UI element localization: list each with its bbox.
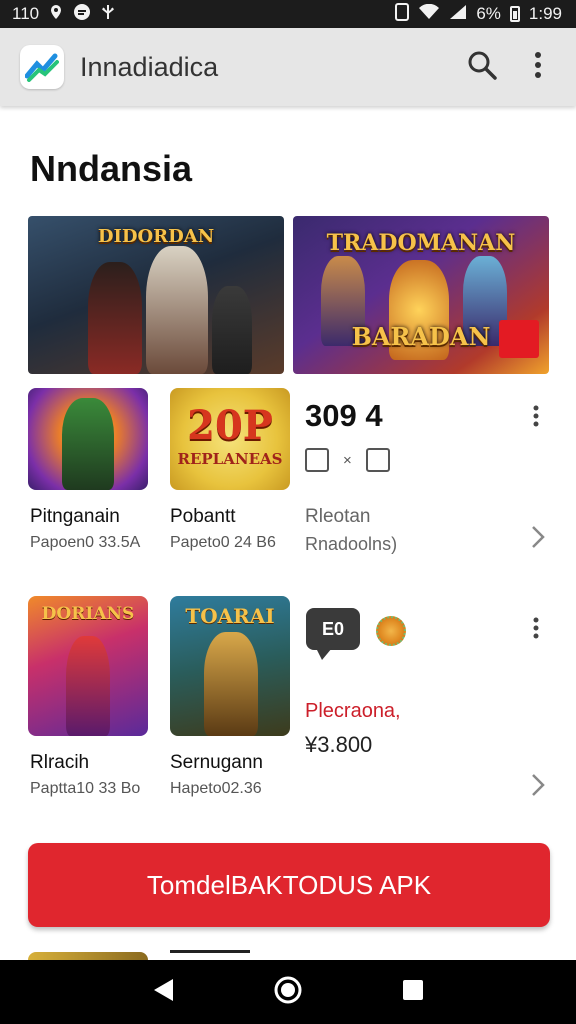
row-1-open-button[interactable] xyxy=(524,522,552,556)
status-left: 110 xyxy=(12,3,116,25)
separator: × xyxy=(343,451,352,469)
chevron-right-icon xyxy=(531,773,545,802)
back-button[interactable] xyxy=(139,968,187,1016)
hero-figure xyxy=(88,262,142,374)
more-vert-icon xyxy=(533,405,539,432)
row-1-more-button[interactable] xyxy=(524,398,548,438)
featured-banner-1[interactable]: DIDORDAN xyxy=(28,216,284,374)
download-apk-button[interactable]: TomdelBAKTODUS APK xyxy=(28,843,550,927)
tile-2-art-bottom: REPLANEAS xyxy=(177,450,283,468)
recents-button[interactable] xyxy=(389,968,437,1016)
game-tile-2[interactable]: 20P REPLANEAS xyxy=(170,388,290,490)
banner-1-title: DIDORDAN xyxy=(97,226,215,247)
more-vert-icon xyxy=(533,617,539,644)
game-tile-4-sub: Hapeto02.36 xyxy=(170,780,262,797)
game-tile-3-sub: Paptta10 33 Bo xyxy=(30,780,141,797)
info-title: Rleotan xyxy=(305,506,371,527)
sim-icon xyxy=(395,2,410,26)
coin-icon xyxy=(376,616,406,646)
status-clock: 1:99 xyxy=(528,4,562,23)
featured-banner-2[interactable]: TRADOMANAN BARADAN xyxy=(293,216,549,374)
game-tile-4-name: Sernugann xyxy=(170,752,263,773)
app-logo-icon xyxy=(20,45,64,89)
game-tile-1-name: Pitnganain xyxy=(30,506,120,527)
banner-2-title-top: TRADOMANAN xyxy=(326,230,516,256)
promo-label: Plecraona, xyxy=(305,700,401,722)
tile-2-art-top: 20P xyxy=(187,402,273,449)
signal-icon xyxy=(449,4,467,25)
home-icon xyxy=(273,975,303,1010)
game-tile-1-sub: Papoen0 33.5A xyxy=(30,534,141,551)
chevron-right-icon xyxy=(531,525,545,554)
hero-figure xyxy=(212,286,252,374)
brand-badge-icon xyxy=(499,320,539,358)
battery-icon xyxy=(509,6,520,22)
game-tile-2-name: Pobantt xyxy=(170,506,236,527)
app-title: Innadiadica xyxy=(80,51,219,82)
status-time-left: 110 xyxy=(12,4,40,23)
game-character xyxy=(204,632,258,736)
game-tile-1[interactable] xyxy=(28,388,148,490)
more-options-button[interactable] xyxy=(516,45,560,89)
tile-4-art: TOARAI xyxy=(185,604,275,628)
recents-icon xyxy=(402,979,424,1006)
game-tile-2-sub: Papeto0 24 B6 xyxy=(170,534,276,551)
price: ¥3.800 xyxy=(305,732,373,757)
signal-text: 6% xyxy=(476,4,501,23)
section-title: Nndansia xyxy=(30,148,193,189)
search-icon xyxy=(466,49,498,86)
game-tile-4[interactable]: TOARAI xyxy=(170,596,290,736)
rating-value: 309 4 xyxy=(305,398,383,433)
search-button[interactable] xyxy=(460,45,504,89)
more-vert-icon xyxy=(534,51,542,84)
wifi-icon xyxy=(418,3,440,25)
game-tile-3[interactable]: DORIANS xyxy=(28,596,148,736)
status-right: 6% 1:99 xyxy=(395,2,562,26)
app-notification-icon xyxy=(73,3,91,25)
share-icon[interactable] xyxy=(305,448,329,472)
location-icon xyxy=(48,4,64,24)
info-icons: × xyxy=(305,448,390,472)
row-2-open-button[interactable] xyxy=(524,770,552,804)
navigation-bar xyxy=(0,960,576,1024)
chat-badge-label: E0 xyxy=(321,618,345,639)
home-button[interactable] xyxy=(264,968,312,1016)
chat-badge-icon: E0 xyxy=(306,608,360,660)
info-subtitle: Rnadoolns) xyxy=(305,534,398,554)
game-character xyxy=(62,398,114,490)
app-bar: Innadiadica xyxy=(0,28,576,106)
row-2-more-button[interactable] xyxy=(524,610,548,650)
tile-3-art: DORIANS xyxy=(41,604,135,624)
usb-icon xyxy=(100,4,116,24)
back-icon xyxy=(151,977,175,1008)
game-character xyxy=(66,636,110,736)
screen: 110 6% 1:99 Innadiadica Nndansia DIDORDA… xyxy=(0,0,576,1024)
bookmark-icon[interactable] xyxy=(365,448,390,472)
status-bar: 110 6% 1:99 xyxy=(0,0,576,28)
game-tile-3-name: Rlracih xyxy=(30,752,90,773)
hero-figure xyxy=(146,246,208,374)
